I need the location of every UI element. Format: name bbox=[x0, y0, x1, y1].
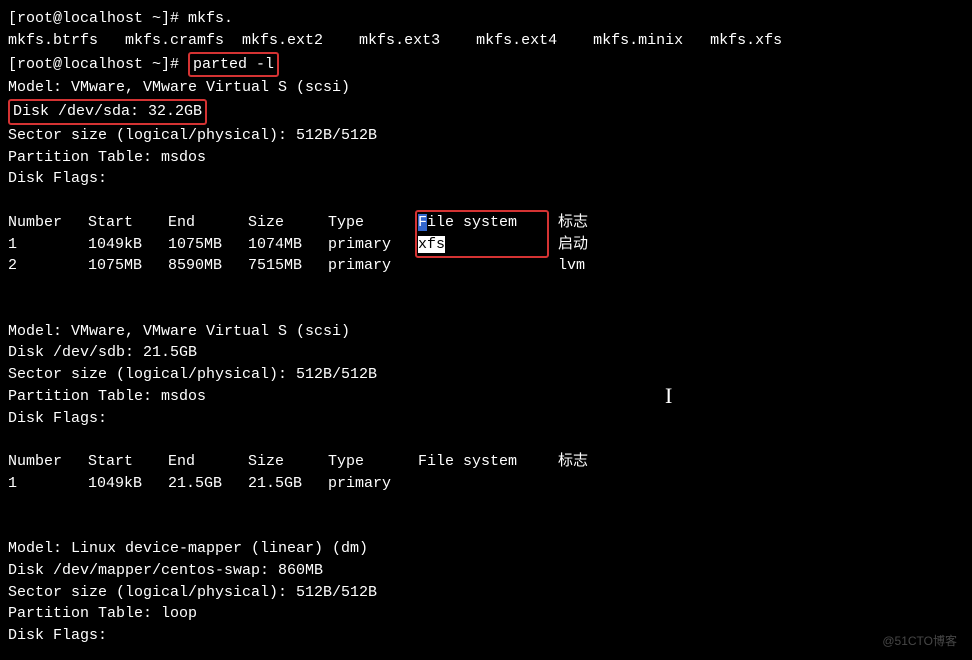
prompt-text: [root@localhost ~]# bbox=[8, 10, 188, 27]
cell-type: primary bbox=[328, 255, 418, 277]
col-number: Number bbox=[8, 451, 88, 473]
blank bbox=[8, 277, 964, 299]
disk2-sector: Sector size (logical/physical): 512B/512… bbox=[8, 364, 964, 386]
cell-end: 21.5GB bbox=[168, 473, 248, 495]
cell-end: 8590MB bbox=[168, 255, 248, 277]
col-size: Size bbox=[248, 212, 328, 234]
col-start: Start bbox=[88, 451, 168, 473]
cell-num: 2 bbox=[8, 255, 88, 277]
command-mkfs: mkfs. bbox=[188, 10, 233, 27]
disk3-disk: Disk /dev/mapper/centos-swap: 860MB bbox=[8, 560, 964, 582]
cell-flag: lvm bbox=[558, 255, 638, 277]
blank bbox=[8, 429, 964, 451]
cell-num: 1 bbox=[8, 234, 88, 256]
command-parted-highlight: parted -l bbox=[188, 52, 279, 78]
disk3-ptable: Partition Table: loop bbox=[8, 603, 964, 625]
blank bbox=[8, 516, 964, 538]
cell-fs: xfs bbox=[418, 234, 558, 256]
cell-start: 1075MB bbox=[88, 255, 168, 277]
blank bbox=[8, 299, 964, 321]
cell-size: 7515MB bbox=[248, 255, 328, 277]
cell-end: 1075MB bbox=[168, 234, 248, 256]
disk2-model: Model: VMware, VMware Virtual S (scsi) bbox=[8, 321, 964, 343]
col-size: Size bbox=[248, 451, 328, 473]
disk2-header-row: Number Start End Size Type File system 标… bbox=[8, 451, 964, 473]
cell-start: 1049kB bbox=[88, 234, 168, 256]
blank bbox=[8, 190, 964, 212]
cell-fs bbox=[418, 255, 558, 277]
disk2-row-1: 1 1049kB 21.5GB 21.5GB primary bbox=[8, 473, 964, 495]
col-end: End bbox=[168, 451, 248, 473]
prompt-line-1: [root@localhost ~]# mkfs. bbox=[8, 8, 964, 30]
cell-size: 1074MB bbox=[248, 234, 328, 256]
cell-flag: 启动 bbox=[558, 234, 638, 256]
fs-rest: ile system bbox=[427, 214, 517, 231]
col-start: Start bbox=[88, 212, 168, 234]
disk1-header-row: Number Start End Size Type File system 标… bbox=[8, 212, 964, 234]
cell-num: 1 bbox=[8, 473, 88, 495]
mkfs-completion-list: mkfs.btrfs mkfs.cramfs mkfs.ext2 mkfs.ex… bbox=[8, 30, 964, 52]
disk1-disk-highlight: Disk /dev/sda: 32.2GB bbox=[8, 99, 207, 125]
cell-type: primary bbox=[328, 234, 418, 256]
blank bbox=[8, 495, 964, 517]
cell-fs bbox=[418, 473, 558, 495]
disk1-model: Model: VMware, VMware Virtual S (scsi) bbox=[8, 77, 964, 99]
disk1-row-2: 2 1075MB 8590MB 7515MB primary lvm bbox=[8, 255, 964, 277]
cell-start: 1049kB bbox=[88, 473, 168, 495]
col-flag: 标志 bbox=[558, 451, 638, 473]
prompt-text: [root@localhost ~]# bbox=[8, 56, 188, 73]
disk1-disk-line: Disk /dev/sda: 32.2GB bbox=[8, 99, 964, 125]
cell-type: primary bbox=[328, 473, 418, 495]
prompt-line-2: [root@localhost ~]# parted -l bbox=[8, 52, 964, 78]
text-cursor-icon: I bbox=[665, 380, 672, 412]
col-end: End bbox=[168, 212, 248, 234]
fs-f-selected: F bbox=[418, 214, 427, 231]
disk1-ptable: Partition Table: msdos bbox=[8, 147, 964, 169]
cell-flag bbox=[558, 473, 638, 495]
xfs-selected: xfs bbox=[418, 236, 445, 253]
cell-size: 21.5GB bbox=[248, 473, 328, 495]
col-type: Type bbox=[328, 451, 418, 473]
disk1-sector: Sector size (logical/physical): 512B/512… bbox=[8, 125, 964, 147]
disk1-row-1: 1 1049kB 1075MB 1074MB primary xfs 启动 bbox=[8, 234, 964, 256]
disk2-disk: Disk /dev/sdb: 21.5GB bbox=[8, 342, 964, 364]
disk3-sector: Sector size (logical/physical): 512B/512… bbox=[8, 582, 964, 604]
col-filesystem: File system bbox=[418, 212, 558, 234]
col-type: Type bbox=[328, 212, 418, 234]
disk3-flags: Disk Flags: bbox=[8, 625, 964, 647]
disk3-model: Model: Linux device-mapper (linear) (dm) bbox=[8, 538, 964, 560]
watermark: @51CTO博客 bbox=[882, 633, 957, 650]
disk1-flags: Disk Flags: bbox=[8, 168, 964, 190]
col-flag: 标志 bbox=[558, 212, 638, 234]
disk2-ptable: Partition Table: msdos bbox=[8, 386, 964, 408]
disk2-flags: Disk Flags: bbox=[8, 408, 964, 430]
col-filesystem: File system bbox=[418, 451, 558, 473]
col-number: Number bbox=[8, 212, 88, 234]
